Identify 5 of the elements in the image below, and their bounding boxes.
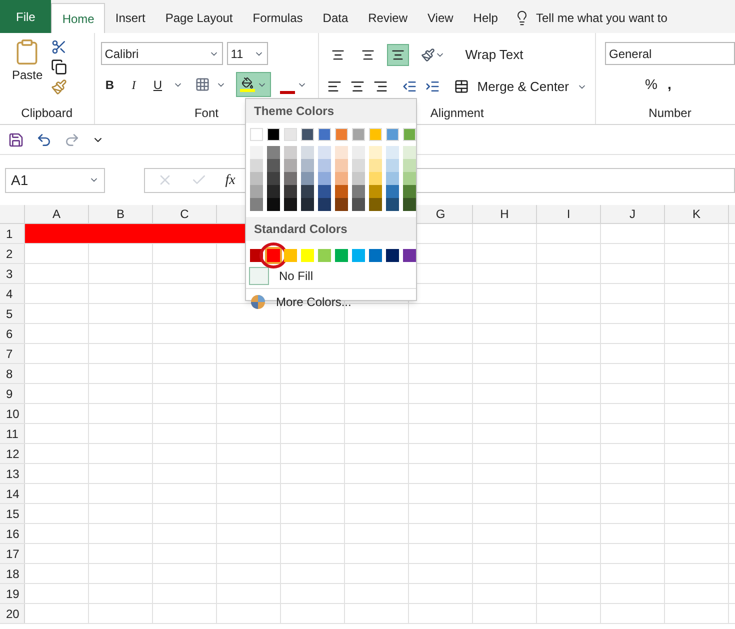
group-label: Clipboard	[20, 105, 74, 122]
menu-heading: Standard Colors	[246, 217, 416, 241]
group-label: Number	[648, 105, 692, 122]
group-label: Font	[194, 105, 218, 122]
menu-heading: Theme Colors	[246, 99, 416, 123]
